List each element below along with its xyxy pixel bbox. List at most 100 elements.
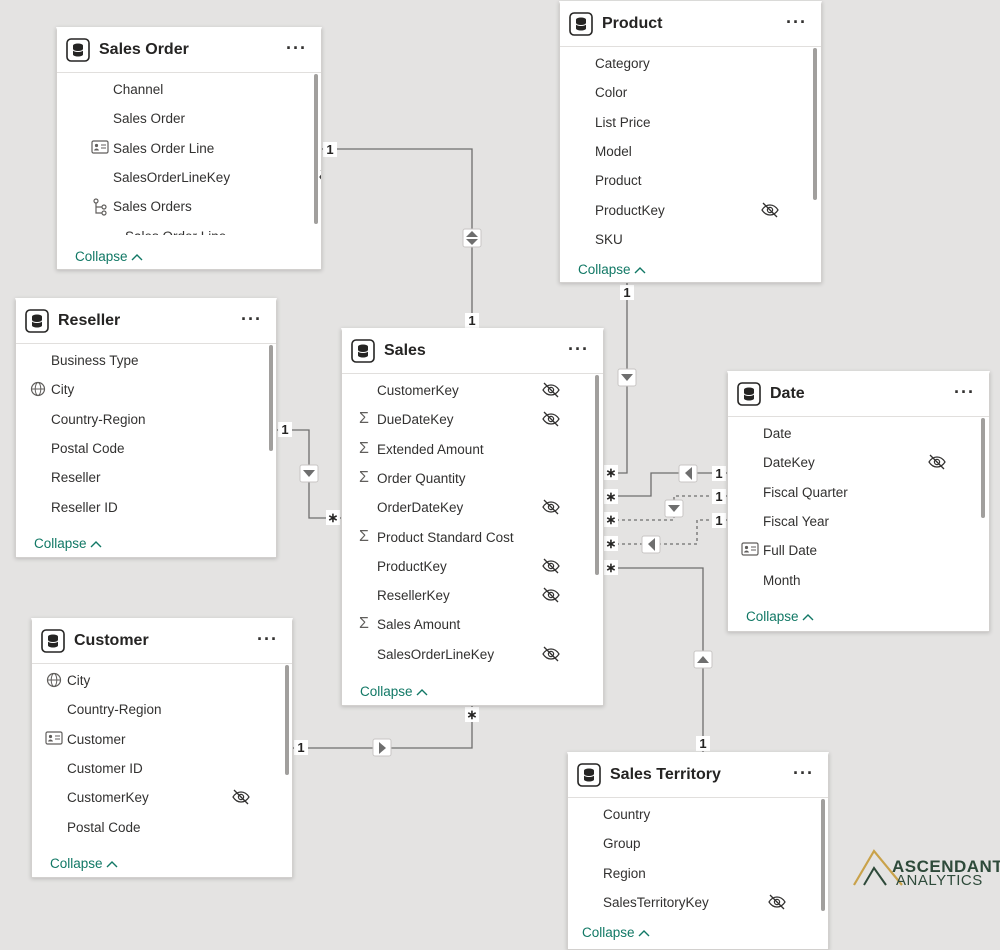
field-row[interactable]: Country-Region [16, 405, 276, 434]
field-row[interactable]: ProductKey [342, 552, 603, 581]
field-row[interactable]: Model [560, 137, 821, 166]
field-row[interactable]: Sales Orders [57, 192, 321, 221]
hidden-eye-icon[interactable] [541, 557, 561, 575]
collapse-button[interactable]: Collapse [746, 609, 814, 624]
field-row[interactable]: Color [560, 78, 821, 107]
field-row[interactable]: Σ Order Quantity [342, 464, 603, 493]
scrollbar[interactable] [813, 48, 817, 200]
hidden-eye-icon[interactable] [318, 168, 321, 186]
hidden-eye-icon[interactable] [541, 498, 561, 516]
field-name: Extended Amount [377, 441, 484, 457]
table-header[interactable]: Date ··· [728, 374, 989, 417]
field-row[interactable]: DateKey [728, 448, 989, 477]
cardinality-one: 1 [278, 422, 292, 437]
field-row[interactable]: Fiscal Year [728, 507, 989, 536]
hidden-eye-icon[interactable] [760, 201, 780, 219]
field-row[interactable]: Customer ID [32, 754, 292, 783]
scrollbar[interactable] [314, 74, 318, 224]
hidden-eye-icon[interactable] [541, 381, 561, 399]
scrollbar[interactable] [821, 799, 825, 911]
field-row[interactable]: Reseller [16, 463, 276, 492]
field-row[interactable]: Date [728, 419, 989, 448]
database-table-icon [25, 309, 49, 333]
collapse-button[interactable]: Collapse [582, 925, 650, 940]
hidden-eye-icon[interactable] [541, 410, 561, 428]
table-card-sales-order[interactable]: Sales Order ··· Channel Sales Order Sales … [56, 27, 322, 270]
field-row[interactable]: Sales Order Line [57, 222, 321, 236]
field-row[interactable]: Channel [57, 75, 321, 104]
more-options-button[interactable]: ··· [257, 629, 278, 650]
field-row[interactable]: Σ DueDateKey [342, 405, 603, 434]
hidden-eye-icon[interactable] [541, 586, 561, 604]
more-options-button[interactable]: ··· [241, 309, 262, 330]
scrollbar[interactable] [595, 375, 599, 575]
scrollbar[interactable] [981, 418, 985, 518]
field-row[interactable]: Sales Order Line [57, 134, 321, 163]
table-card-reseller[interactable]: Reseller ··· Business Type City Country-Re… [15, 298, 277, 558]
field-row[interactable]: City [32, 666, 292, 695]
collapse-button[interactable]: Collapse [75, 249, 143, 264]
field-row[interactable]: Group [568, 829, 828, 858]
hidden-eye-icon[interactable] [927, 453, 947, 471]
field-row[interactable]: Customer [32, 725, 292, 754]
hidden-eye-icon[interactable] [767, 893, 787, 911]
field-row[interactable]: Month [728, 566, 989, 594]
field-row[interactable]: City [16, 375, 276, 404]
hidden-eye-icon[interactable] [231, 788, 251, 806]
field-row[interactable]: Fiscal Quarter [728, 478, 989, 507]
field-row[interactable]: SalesTerritoryKey [568, 888, 828, 917]
field-row[interactable]: Region [568, 859, 828, 888]
field-name: ProductKey [377, 558, 447, 574]
table-header[interactable]: Sales Territory ··· [568, 755, 828, 798]
more-options-button[interactable]: ··· [954, 382, 975, 403]
field-name: CustomerKey [377, 383, 459, 398]
table-card-product[interactable]: Product ··· Category Color List Price Model… [559, 1, 822, 283]
table-card-sales-territory[interactable]: Sales Territory ··· Country Group Region Sa… [567, 752, 829, 950]
table-header[interactable]: Customer ··· [32, 621, 292, 664]
field-row[interactable]: Category [560, 49, 821, 78]
hidden-eye-icon[interactable] [541, 645, 561, 663]
more-options-button[interactable]: ··· [786, 12, 807, 33]
cardinality-many: ∗ [604, 512, 618, 527]
more-options-button[interactable]: ··· [793, 763, 814, 784]
scrollbar[interactable] [269, 345, 273, 451]
field-row[interactable]: SKU [560, 225, 821, 253]
field-row[interactable]: SalesOrderLineKey [342, 640, 603, 667]
table-card-sales[interactable]: Sales ··· CustomerKey Σ DueDateKey Σ Extende… [341, 328, 604, 706]
field-row[interactable]: Postal Code [16, 434, 276, 463]
table-header[interactable]: Sales ··· [342, 331, 603, 374]
scrollbar[interactable] [285, 665, 289, 775]
table-header[interactable]: Sales Order ··· [57, 30, 321, 73]
field-row[interactable]: Country [568, 800, 828, 829]
field-row[interactable]: Full Date [728, 536, 989, 565]
field-row[interactable]: CustomerKey [32, 783, 292, 812]
field-row[interactable]: Σ Product Standard Cost [342, 523, 603, 552]
table-header[interactable]: Product ··· [560, 4, 821, 47]
field-row[interactable]: List Price [560, 108, 821, 137]
field-row[interactable]: Business Type [16, 346, 276, 375]
collapse-label: Collapse [50, 856, 103, 871]
more-options-button[interactable]: ··· [568, 339, 589, 360]
table-card-date[interactable]: Date ··· Date DateKey Fiscal Quarter Fiscal… [727, 371, 990, 632]
field-row[interactable]: Sales Order [57, 104, 321, 133]
collapse-button[interactable]: Collapse [50, 856, 118, 871]
collapse-button[interactable]: Collapse [34, 536, 102, 551]
field-row[interactable]: CustomerKey [342, 376, 603, 405]
field-row[interactable]: OrderDateKey [342, 493, 603, 522]
field-row[interactable]: SalesOrderLineKey [57, 163, 321, 192]
field-name: Fiscal Year [763, 513, 830, 529]
field-row[interactable]: ProductKey [560, 196, 821, 225]
field-row[interactable]: Postal Code [32, 813, 292, 841]
table-card-customer[interactable]: Customer ··· City Country-Region Customer C… [31, 618, 293, 878]
field-row[interactable]: Product [560, 166, 821, 195]
field-row[interactable]: Country-Region [32, 695, 292, 724]
field-row[interactable]: Reseller ID [16, 493, 276, 521]
collapse-button[interactable]: Collapse [360, 684, 428, 699]
more-options-button[interactable]: ··· [286, 38, 307, 59]
field-row[interactable]: Σ Extended Amount [342, 435, 603, 464]
table-header[interactable]: Reseller ··· [16, 301, 276, 344]
field-row[interactable]: Σ Sales Amount [342, 610, 603, 639]
collapse-button[interactable]: Collapse [578, 262, 646, 277]
chevron-up-icon [128, 249, 143, 264]
field-row[interactable]: ResellerKey [342, 581, 603, 610]
